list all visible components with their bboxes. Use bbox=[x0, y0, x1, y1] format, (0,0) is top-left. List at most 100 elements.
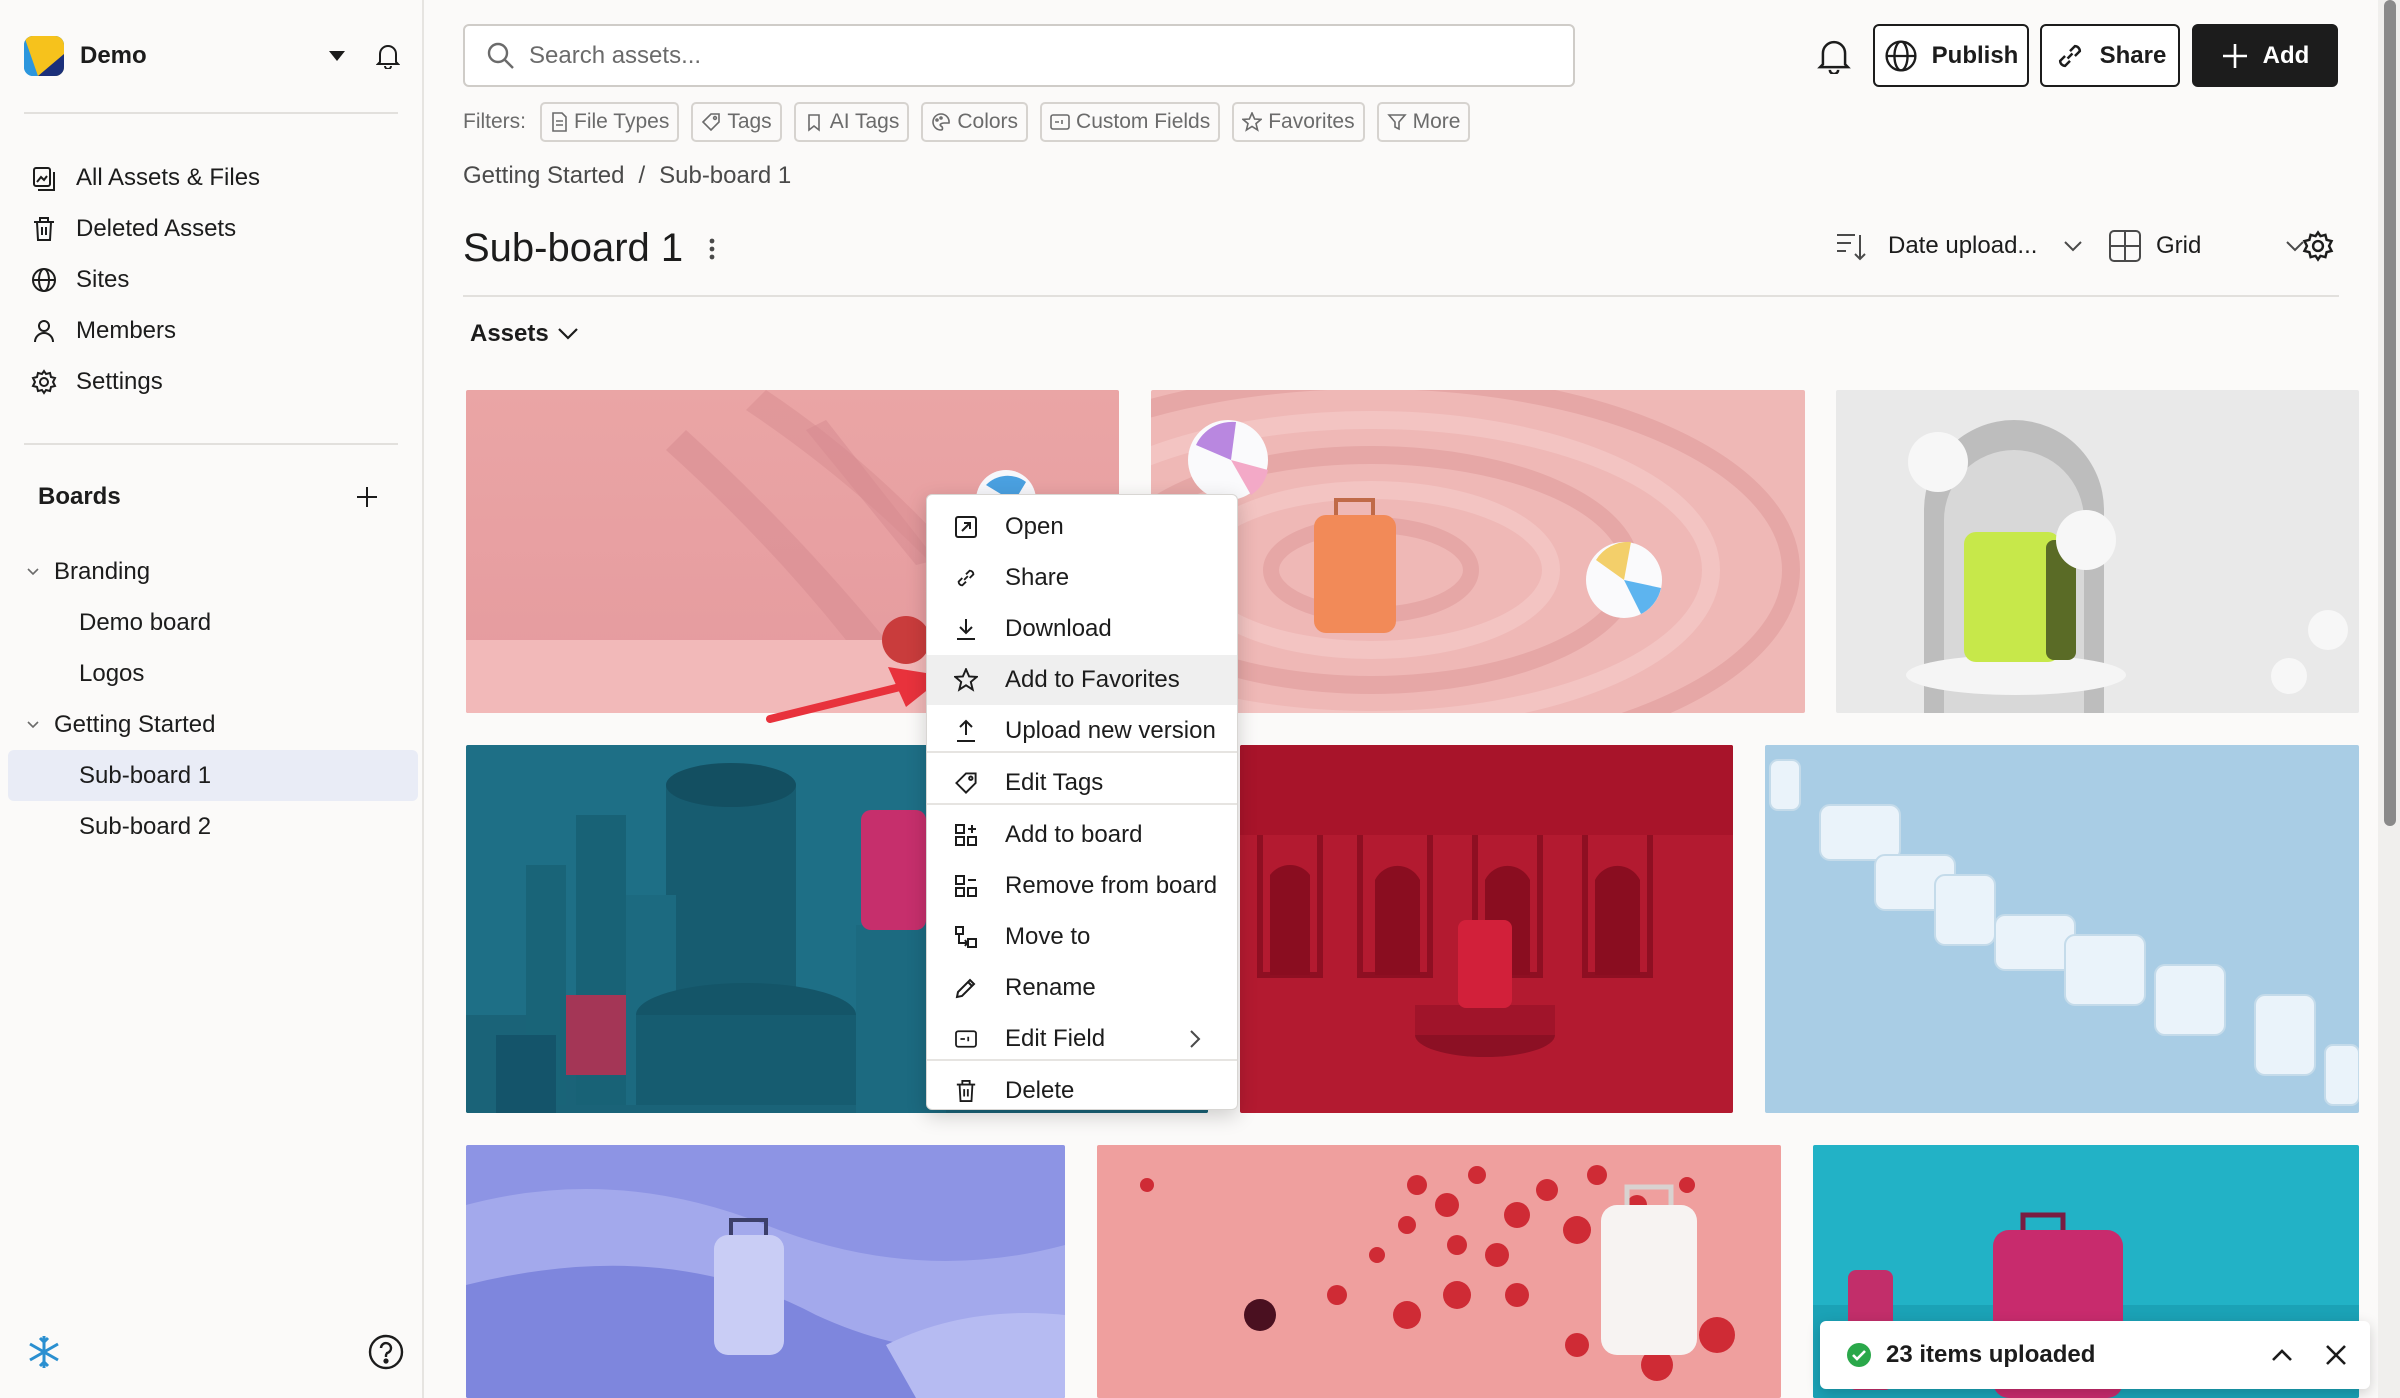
board-branding[interactable]: Branding bbox=[8, 546, 418, 597]
chevron-down-icon[interactable] bbox=[26, 716, 44, 734]
add-label: Add bbox=[2262, 41, 2310, 69]
upload-icon bbox=[953, 718, 979, 744]
asset-thumbnail-lavender-fabric-suitcase[interactable] bbox=[466, 1145, 1065, 1398]
menu-item-label: Remove from board bbox=[1005, 872, 1218, 899]
search-placeholder: Search assets... bbox=[529, 41, 702, 69]
board-sub-board-2[interactable]: Sub-board 2 bbox=[8, 801, 418, 852]
field-icon bbox=[1050, 113, 1070, 131]
view-dropdown[interactable]: Grid bbox=[2108, 224, 2305, 268]
nav-item-sites[interactable]: Sites bbox=[28, 254, 398, 305]
notifications-bell-icon[interactable] bbox=[1816, 38, 1852, 74]
menu-item-label: Open bbox=[1005, 513, 1064, 540]
filter-chip-colors[interactable]: Colors bbox=[921, 102, 1029, 142]
nav-item-deleted-assets[interactable]: Deleted Assets bbox=[28, 203, 398, 254]
main-nav: All Assets & Files Deleted Assets Sites … bbox=[28, 152, 398, 407]
filter-chip-ai-tags[interactable]: AI Tags bbox=[793, 102, 910, 142]
menu-separator bbox=[927, 751, 1237, 753]
asset-thumbnail-red-arches-suitcase[interactable] bbox=[1240, 745, 1733, 1113]
grid-icon bbox=[2108, 229, 2142, 263]
publish-label: Publish bbox=[1931, 41, 2019, 69]
board-demo-board[interactable]: Demo board bbox=[8, 597, 418, 648]
filter-chip-custom-fields[interactable]: Custom Fields bbox=[1040, 102, 1221, 142]
chevron-up-icon[interactable] bbox=[2262, 1335, 2302, 1375]
palette-icon bbox=[931, 112, 951, 132]
nav-label: All Assets & Files bbox=[76, 163, 261, 191]
kebab-menu-icon[interactable] bbox=[705, 234, 719, 264]
menu-item-edit-tags[interactable]: Edit Tags bbox=[927, 758, 1237, 808]
workspace-logo bbox=[24, 36, 64, 76]
board-sub-board-1[interactable]: Sub-board 1 bbox=[8, 750, 418, 801]
caret-down-icon[interactable] bbox=[322, 41, 352, 71]
globe-icon bbox=[28, 264, 60, 296]
trash-icon bbox=[953, 1078, 979, 1104]
asset-thumbnail-pink-rings-suitcase[interactable] bbox=[1151, 390, 1805, 713]
asset-thumbnail-blue-suitcase-stairs[interactable] bbox=[1765, 745, 2359, 1113]
search-input[interactable]: Search assets... bbox=[463, 24, 1575, 87]
asset-thumbnail-grey-arch-suitcase[interactable] bbox=[1836, 390, 2359, 713]
tag-icon bbox=[701, 112, 721, 132]
view-settings-gear-icon[interactable] bbox=[2302, 224, 2334, 268]
breadcrumb-item[interactable]: Sub-board 1 bbox=[659, 162, 791, 190]
asset-thumbnail-red-spheres-suitcase[interactable] bbox=[1097, 1145, 1781, 1398]
menu-item-label: Edit Tags bbox=[1005, 769, 1104, 796]
menu-item-download[interactable]: Download bbox=[927, 604, 1237, 654]
link-icon bbox=[953, 565, 979, 591]
menu-item-share[interactable]: Share bbox=[927, 553, 1237, 603]
pencil-icon bbox=[953, 975, 979, 1001]
publish-button[interactable]: Publish bbox=[1873, 24, 2029, 87]
filter-chip-favorites[interactable]: Favorites bbox=[1232, 102, 1365, 142]
board-logos[interactable]: Logos bbox=[8, 648, 418, 699]
menu-item-delete[interactable]: Delete bbox=[927, 1066, 1237, 1116]
menu-separator bbox=[927, 1059, 1237, 1061]
menu-item-label: Add to Favorites bbox=[1005, 666, 1180, 693]
menu-item-label: Share bbox=[1005, 564, 1070, 591]
sort-dropdown[interactable]: Date upload... bbox=[1834, 224, 2083, 268]
chevron-down-icon bbox=[557, 328, 578, 340]
filter-chip-tags[interactable]: Tags bbox=[691, 102, 782, 142]
filter-chip-file-types[interactable]: File Types bbox=[540, 102, 680, 142]
breadcrumb-item[interactable]: Getting Started bbox=[463, 162, 624, 190]
sidebar: Demo All Assets & Files Deleted Assets S… bbox=[0, 0, 424, 1398]
workspace-switcher[interactable]: Demo bbox=[24, 36, 404, 76]
menu-item-remove-from-board[interactable]: Remove from board bbox=[927, 861, 1237, 911]
menu-item-upload-new-version[interactable]: Upload new version bbox=[927, 706, 1237, 756]
board-label: Sub-board 1 bbox=[79, 761, 212, 789]
menu-item-add-to-board[interactable]: Add to board bbox=[927, 810, 1237, 860]
add-button[interactable]: Add bbox=[2192, 24, 2338, 87]
board-label: Logos bbox=[79, 659, 145, 687]
chevron-down-icon[interactable] bbox=[26, 563, 44, 581]
menu-item-label: Delete bbox=[1005, 1077, 1075, 1104]
assets-section-toggle[interactable]: Assets bbox=[470, 320, 579, 348]
bell-icon[interactable] bbox=[372, 40, 404, 72]
snowflake-icon[interactable] bbox=[24, 1332, 64, 1372]
help-icon[interactable] bbox=[368, 1334, 404, 1370]
nav-label: Settings bbox=[76, 367, 163, 395]
share-button[interactable]: Share bbox=[2040, 24, 2180, 87]
add-board-icon bbox=[953, 822, 979, 848]
menu-item-label: Edit Field bbox=[1005, 1025, 1106, 1052]
menu-item-edit-field[interactable]: Edit Field bbox=[927, 1014, 1237, 1064]
nav-item-settings[interactable]: Settings bbox=[28, 356, 398, 407]
menu-item-add-to-favorites[interactable]: Add to Favorites bbox=[927, 655, 1237, 705]
add-board-plus-icon[interactable] bbox=[356, 486, 378, 508]
file-icon bbox=[550, 112, 568, 132]
globe-icon bbox=[1884, 39, 1918, 73]
menu-item-move-to[interactable]: Move to bbox=[927, 912, 1237, 962]
chevron-right-icon bbox=[1189, 1029, 1201, 1049]
content-divider bbox=[463, 295, 2339, 297]
boards-header: Boards bbox=[38, 478, 378, 516]
scrollbar-thumb[interactable] bbox=[2384, 0, 2396, 826]
share-label: Share bbox=[2099, 41, 2167, 69]
close-icon[interactable] bbox=[2316, 1335, 2356, 1375]
nav-item-all-assets[interactable]: All Assets & Files bbox=[28, 152, 398, 203]
breadcrumb-separator: / bbox=[638, 162, 646, 189]
open-icon bbox=[953, 514, 979, 540]
filter-chip-more[interactable]: More bbox=[1376, 102, 1471, 142]
nav-item-members[interactable]: Members bbox=[28, 305, 398, 356]
menu-item-open[interactable]: Open bbox=[927, 502, 1237, 552]
menu-item-rename[interactable]: Rename bbox=[927, 963, 1237, 1013]
menu-separator bbox=[927, 803, 1237, 805]
chip-label: More bbox=[1412, 110, 1461, 133]
boards-heading: Boards bbox=[38, 483, 121, 510]
board-getting-started[interactable]: Getting Started bbox=[8, 699, 418, 750]
